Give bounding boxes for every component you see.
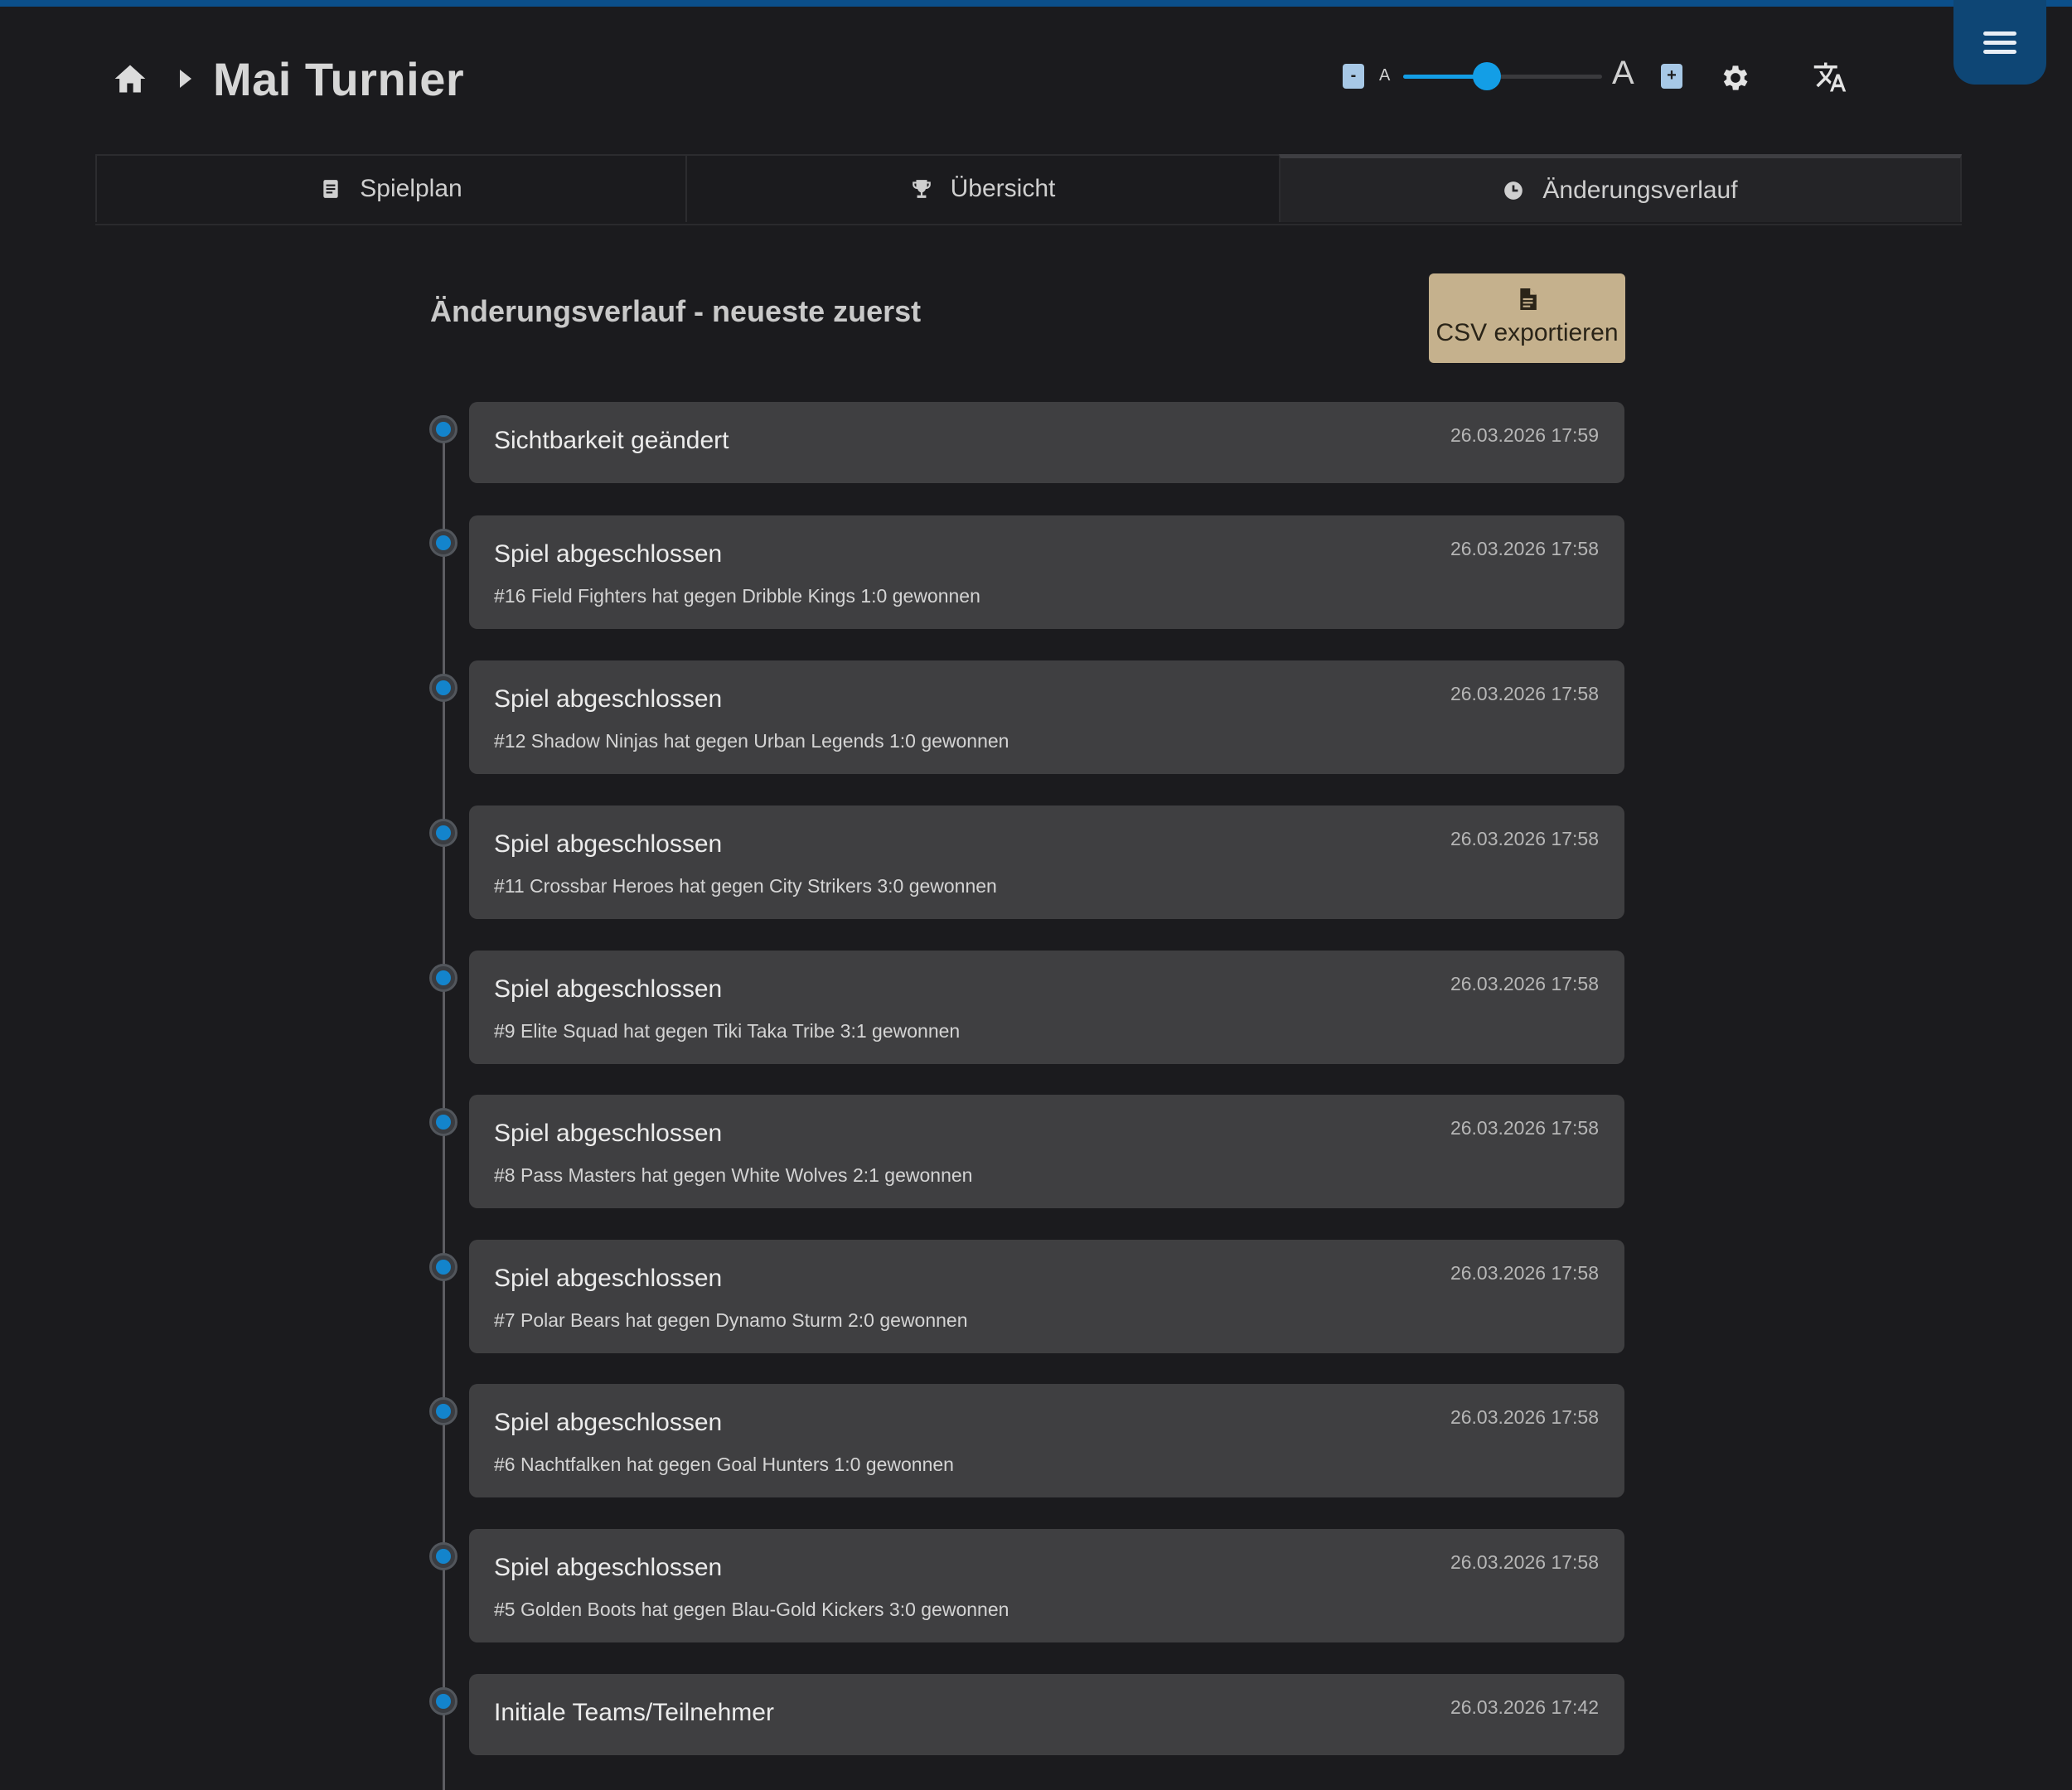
history-entry: Spiel abgeschlossen #6 Nachtfalken hat ge… [469, 1384, 1624, 1497]
font-size-slider-thumb[interactable] [1472, 62, 1501, 90]
history-entry-title: Spiel abgeschlossen [494, 975, 723, 1003]
history-entry: Spiel abgeschlossen #7 Polar Bears hat ge… [469, 1240, 1624, 1353]
timeline-dot [429, 819, 457, 847]
hamburger-icon [1983, 27, 2016, 59]
history-entry-title: Spiel abgeschlossen [494, 1409, 723, 1436]
breadcrumb-arrow-icon [180, 70, 191, 88]
tab-label: Spielplan [360, 175, 462, 202]
history-entry: Sichtbarkeit geändert 26.03.2026 17:59 [469, 402, 1624, 483]
tab-spielplan[interactable]: Spielplan [95, 154, 685, 222]
timeline-dot [429, 1397, 457, 1425]
translate-icon[interactable] [1813, 60, 1847, 94]
history-entry-title: Sichtbarkeit geändert [494, 427, 729, 454]
history-entry-description: #8 Pass Masters hat gegen White Wolves 2… [494, 1164, 973, 1186]
tab-label: Änderungsverlauf [1542, 176, 1738, 204]
csv-export-button[interactable]: CSV exportieren [1429, 273, 1625, 363]
file-icon [1519, 288, 1537, 310]
tab-uebersicht[interactable]: Übersicht [685, 154, 1279, 222]
timeline-dot [429, 1253, 457, 1281]
font-size-control: - A A + [1343, 55, 1682, 94]
timeline-dot [429, 674, 457, 702]
history-entry-description: #16 Field Fighters hat gegen Dribble Kin… [494, 585, 980, 607]
gear-icon[interactable] [1719, 61, 1752, 94]
history-entry-timestamp: 26.03.2026 17:58 [1450, 538, 1599, 559]
history-entry-timestamp: 26.03.2026 17:58 [1450, 973, 1599, 994]
tab-label: Übersicht [950, 175, 1056, 202]
history-entry-description: #7 Polar Bears hat gegen Dynamo Sturm 2:… [494, 1309, 968, 1331]
page-title: Mai Turnier [213, 52, 465, 105]
history-entry: Spiel abgeschlossen #11 Crossbar Heroes h… [469, 806, 1624, 919]
top-accent-bar [0, 0, 2072, 7]
csv-export-label: CSV exportieren [1435, 319, 1619, 346]
timeline-dot [429, 1108, 457, 1136]
history-entry: Spiel abgeschlossen #12 Shadow Ninjas hat… [469, 660, 1624, 774]
trophy-icon [912, 180, 931, 198]
history-entry-description: #12 Shadow Ninjas hat gegen Urban Legend… [494, 730, 1009, 752]
timeline-dot [429, 1542, 457, 1570]
history-entry-title: Spiel abgeschlossen [494, 1265, 723, 1292]
history-entry-title: Spiel abgeschlossen [494, 1554, 723, 1581]
history-entry: Spiel abgeschlossen #16 Field Fighters ha… [469, 515, 1624, 629]
history-entry-title: Initiale Teams/Teilnehmer [494, 1699, 774, 1726]
font-size-slider[interactable] [1403, 62, 1602, 90]
font-size-big-letter: A [1612, 55, 1634, 91]
font-size-increase-button[interactable]: + [1661, 64, 1682, 89]
section-title: Änderungsverlauf - neueste zuerst [430, 294, 922, 328]
history-entry-timestamp: 26.03.2026 17:58 [1450, 1406, 1599, 1428]
timeline-dot [429, 1687, 457, 1715]
history-entry-timestamp: 26.03.2026 17:42 [1450, 1696, 1599, 1718]
font-size-decrease-button[interactable]: - [1343, 64, 1364, 89]
timeline-dot [429, 964, 457, 992]
timeline-dot [429, 529, 457, 557]
history-entry-timestamp: 26.03.2026 17:58 [1450, 1262, 1599, 1284]
font-size-small-letter: A [1379, 66, 1391, 85]
history-entry-timestamp: 26.03.2026 17:58 [1450, 683, 1599, 704]
history-entry-title: Spiel abgeschlossen [494, 1120, 723, 1147]
history-entry: Initiale Teams/Teilnehmer 26.03.2026 17:4… [469, 1674, 1624, 1755]
history-entry-timestamp: 26.03.2026 17:59 [1450, 424, 1599, 446]
history-entry-title: Spiel abgeschlossen [494, 685, 723, 713]
tab-bar: Spielplan Übersicht Änderungsverlauf [95, 154, 1962, 225]
home-icon[interactable] [112, 60, 148, 97]
history-entry-description: #11 Crossbar Heroes hat gegen City Strik… [494, 875, 997, 897]
history-entry-description: #9 Elite Squad hat gegen Tiki Taka Tribe… [494, 1020, 961, 1042]
history-entry-timestamp: 26.03.2026 17:58 [1450, 828, 1599, 849]
breadcrumb: Mai Turnier [112, 46, 464, 112]
history-entry-title: Spiel abgeschlossen [494, 830, 723, 858]
history-entry-timestamp: 26.03.2026 17:58 [1450, 1551, 1599, 1573]
history-entry: Spiel abgeschlossen #5 Golden Boots hat g… [469, 1529, 1624, 1642]
schedule-icon [323, 180, 338, 198]
history-entry-title: Spiel abgeschlossen [494, 540, 723, 568]
history-entry: Spiel abgeschlossen #8 Pass Masters hat g… [469, 1095, 1624, 1208]
clock-icon [1504, 181, 1523, 200]
history-entry-description: #6 Nachtfalken hat gegen Goal Hunters 1:… [494, 1454, 954, 1475]
timeline-dot [429, 415, 457, 443]
history-entry: Spiel abgeschlossen #9 Elite Squad hat ge… [469, 951, 1624, 1064]
history-entry-timestamp: 26.03.2026 17:58 [1450, 1117, 1599, 1139]
tab-aenderungsverlauf[interactable]: Änderungsverlauf [1279, 154, 1962, 222]
hamburger-menu-button[interactable] [1953, 0, 2046, 85]
history-entry-description: #5 Golden Boots hat gegen Blau-Gold Kick… [494, 1599, 1009, 1620]
